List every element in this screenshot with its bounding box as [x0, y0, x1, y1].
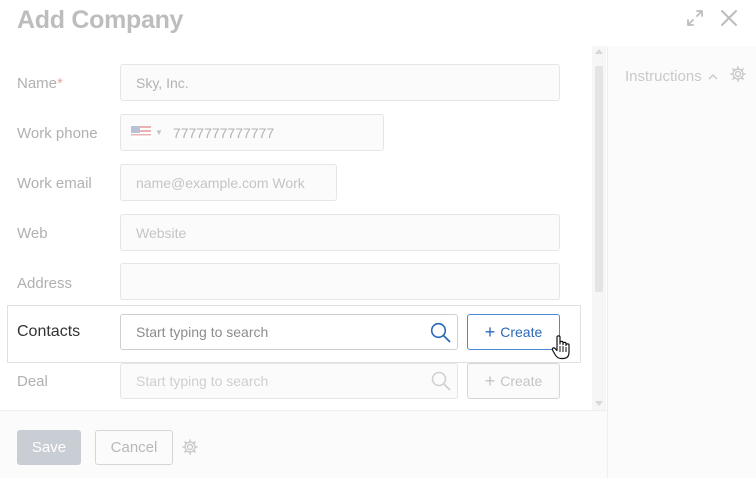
instructions-label: Instructions [625, 67, 702, 85]
plus-icon: + [484, 322, 496, 342]
instructions-panel: Instructions [607, 46, 756, 478]
instructions-header[interactable]: Instructions [625, 66, 746, 86]
expand-icon[interactable] [686, 9, 704, 27]
scroll-down-arrow-icon[interactable] [595, 401, 603, 406]
dialog-footer: Save Cancel [0, 410, 607, 478]
scroll-up-arrow-icon[interactable] [595, 49, 603, 54]
add-company-dialog: Add Company Name* Sky, Inc. Work phone ▼… [0, 0, 756, 478]
row-web: Web Website [0, 214, 580, 264]
required-mark: * [57, 75, 63, 92]
work-phone-input[interactable]: ▼ 7777777777777 [120, 114, 384, 151]
chevron-up-icon[interactable] [708, 68, 718, 85]
close-icon[interactable] [720, 9, 738, 27]
save-button[interactable]: Save [17, 430, 81, 465]
cancel-button[interactable]: Cancel [95, 430, 173, 465]
gear-icon[interactable] [182, 439, 198, 460]
contacts-search-placeholder: Start typing to search [136, 324, 269, 340]
contacts-create-button[interactable]: + Create [467, 314, 560, 350]
row-name: Name* Sky, Inc. [0, 64, 580, 114]
deal-label: Deal [17, 373, 48, 390]
search-icon[interactable] [431, 371, 451, 394]
deal-create-label: Create [500, 373, 543, 389]
chevron-down-icon[interactable]: ▼ [155, 128, 163, 137]
scroll-thumb[interactable] [595, 66, 603, 292]
dialog-title: Add Company [17, 6, 184, 34]
web-input[interactable]: Website [120, 214, 560, 251]
web-label: Web [17, 225, 48, 242]
work-phone-label: Work phone [17, 125, 98, 142]
contacts-search-input[interactable]: Start typing to search [120, 314, 458, 350]
row-work-email: Work email name@example.com Work [0, 164, 580, 214]
contacts-row-highlighted: Contacts Start typing to search + Create [8, 306, 580, 362]
search-icon[interactable] [430, 322, 451, 346]
deal-search-input[interactable]: Start typing to search [120, 363, 458, 399]
address-label: Address [17, 275, 73, 292]
form-scrollbar[interactable] [592, 46, 606, 410]
us-flag-icon[interactable] [131, 126, 151, 139]
row-work-phone: Work phone ▼ 7777777777777 [0, 114, 580, 164]
dialog-window-controls [686, 9, 738, 27]
deal-create-button[interactable]: + Create [467, 363, 560, 399]
work-phone-value: 7777777777777 [172, 124, 275, 141]
hand-cursor-icon [551, 334, 571, 365]
contacts-create-label: Create [500, 324, 543, 340]
name-label: Name* [17, 75, 63, 92]
address-input[interactable] [120, 263, 560, 300]
work-email-label: Work email [17, 175, 92, 192]
contacts-label: Contacts [17, 323, 81, 340]
gear-icon[interactable] [729, 66, 746, 86]
name-input[interactable]: Sky, Inc. [120, 64, 560, 101]
deal-search-placeholder: Start typing to search [136, 373, 269, 389]
plus-icon: + [484, 371, 496, 391]
work-email-input[interactable]: name@example.com Work [120, 164, 337, 201]
